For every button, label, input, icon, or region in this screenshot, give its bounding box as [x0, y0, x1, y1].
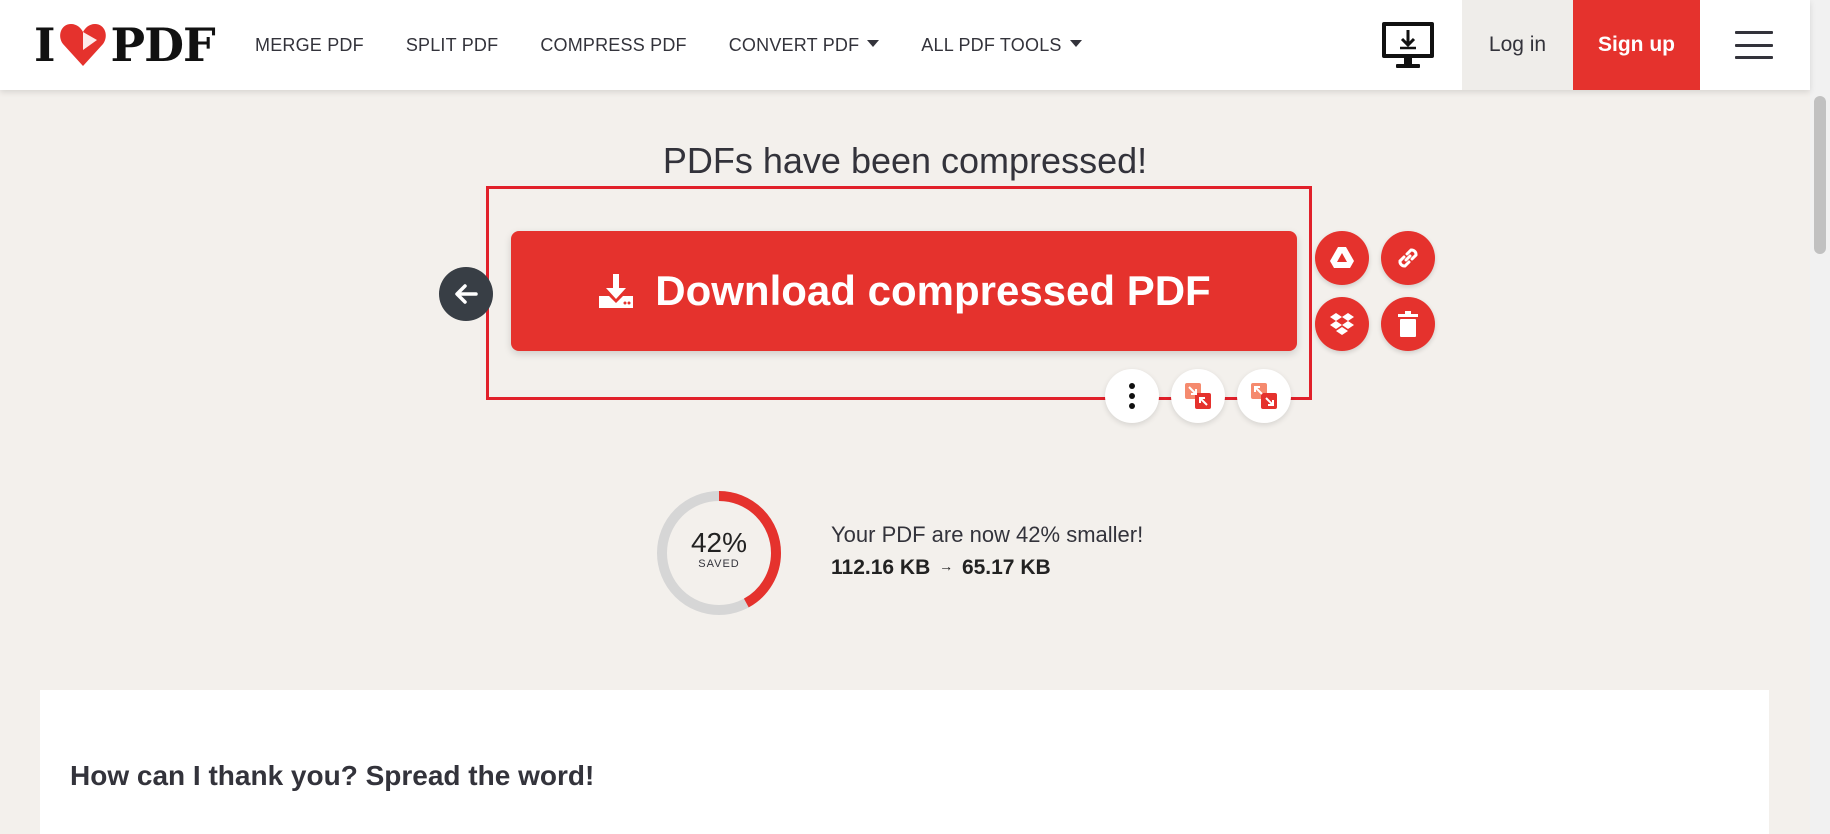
download-label: Download compressed PDF — [655, 267, 1211, 314]
hamburger-icon[interactable] — [1735, 31, 1773, 59]
caret-down-icon — [1069, 39, 1082, 47]
scrollbar[interactable] — [1810, 0, 1830, 834]
saved-percent: 42% — [690, 527, 748, 558]
share-title: How can I thank you? Spread the word! — [70, 760, 595, 791]
download-compressed-pdf-button[interactable]: Download compressed PDF — [511, 231, 1297, 351]
login-label: Log in — [1488, 33, 1547, 56]
expand-button[interactable] — [1237, 369, 1291, 423]
original-size: 112.16 KB — [831, 556, 931, 579]
save-to-dropbox-button[interactable] — [1315, 297, 1369, 351]
trash-icon — [1398, 311, 1418, 337]
nav-label: SPLIT PDF — [405, 34, 499, 55]
main-nav: MERGE PDF SPLIT PDF COMPRESS PDF CONVERT… — [255, 0, 1124, 90]
back-button[interactable] — [439, 267, 493, 321]
google-drive-icon — [1330, 247, 1354, 268]
saved-caption: SAVED — [698, 558, 740, 570]
nav-label: ALL PDF TOOLS — [921, 34, 1062, 55]
logo-letters-pdf: PDF — [110, 18, 216, 72]
savings-message: Your PDF are now 42% smaller! — [831, 522, 1144, 547]
scrollbar-thumb[interactable] — [1814, 96, 1826, 254]
dropbox-icon — [1330, 313, 1354, 335]
login-button[interactable]: Log in — [1462, 0, 1573, 90]
download-icon — [599, 274, 634, 308]
top-navbar: I PDF MERGE PDF SPLIT PDF COMPRESS PDF C… — [0, 0, 1810, 90]
nav-all-pdf-tools[interactable]: ALL PDF TOOLS — [921, 34, 1082, 56]
more-vertical-icon — [1129, 383, 1135, 409]
save-to-google-drive-button[interactable] — [1315, 231, 1369, 285]
arrow-right-icon: → — [939, 558, 954, 574]
expand-arrows-icon — [1251, 383, 1277, 409]
caret-down-icon — [867, 39, 880, 47]
compress-arrows-icon — [1185, 383, 1211, 409]
nav-label: MERGE PDF — [255, 34, 364, 55]
logo-letter-i: I — [34, 18, 56, 72]
nav-label: CONVERT PDF — [728, 34, 860, 55]
signup-label: Sign up — [1598, 33, 1675, 56]
page-title: PDFs have been compressed! — [662, 140, 1148, 181]
share-panel: How can I thank you? Spread the word! — [40, 690, 1769, 834]
signup-button[interactable]: Sign up — [1573, 0, 1700, 90]
nav-label: COMPRESS PDF — [540, 34, 687, 55]
new-size: 65.17 KB — [961, 556, 1051, 579]
arrow-left-icon — [455, 284, 478, 304]
ilovepdf-logo[interactable]: I PDF — [34, 18, 216, 72]
delete-button[interactable] — [1381, 297, 1435, 351]
nav-merge-pdf[interactable]: MERGE PDF — [255, 35, 364, 56]
file-sizes: 112.16 KB → 65.17 KB — [831, 556, 1051, 580]
desktop-download-icon[interactable] — [1380, 20, 1436, 70]
heart-logo-icon — [59, 24, 106, 66]
nav-compress-pdf[interactable]: COMPRESS PDF — [540, 35, 686, 56]
copy-link-button[interactable] — [1381, 231, 1435, 285]
nav-split-pdf[interactable]: SPLIT PDF — [406, 35, 499, 56]
savings-ring-label: 42% SAVED — [655, 527, 783, 571]
more-options-button[interactable] — [1105, 369, 1159, 423]
nav-convert-pdf[interactable]: CONVERT PDF — [729, 35, 880, 56]
compress-again-button[interactable] — [1171, 369, 1225, 423]
link-icon — [1398, 248, 1418, 268]
